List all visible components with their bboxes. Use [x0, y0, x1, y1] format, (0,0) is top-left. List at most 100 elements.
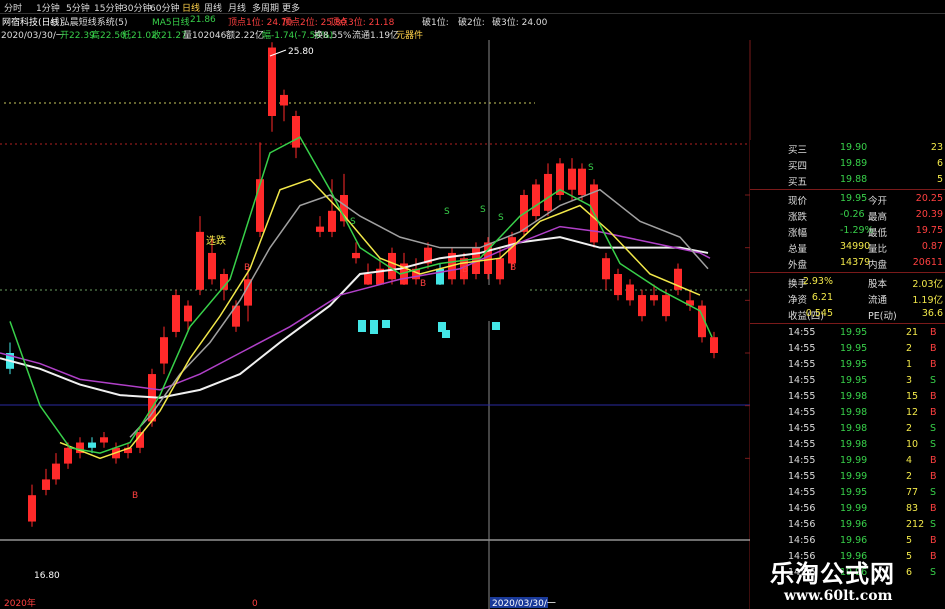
stat-value: -0.26 — [840, 209, 865, 220]
stat-value: 19.75 — [915, 225, 943, 236]
candle-body — [532, 184, 540, 217]
candle-body — [650, 295, 658, 301]
ma-label: MA5日线 — [152, 18, 190, 28]
toolbar-item-4[interactable]: 30分钟 — [122, 1, 151, 14]
toolbar-item-6[interactable]: 日线 — [182, 1, 200, 14]
panel-divider — [750, 189, 945, 190]
break2-label: 破2位: — [458, 18, 485, 28]
tick-volume: 2 — [906, 471, 913, 482]
formula-name[interactable]: ◎ 弘晨短线系统(5) — [50, 15, 127, 28]
tick-price: 19.96 — [840, 535, 868, 546]
candle-body — [328, 210, 336, 232]
volume-bar — [442, 330, 450, 338]
candle-body — [184, 305, 192, 322]
high-price-label: 25.80 — [288, 47, 314, 57]
candle-body — [268, 47, 276, 116]
candle-body — [172, 295, 180, 332]
tick-time: 14:56 — [788, 503, 816, 514]
volume-bar — [358, 320, 366, 332]
tick-price: 19.95 — [840, 343, 868, 354]
buy-signal-mark: B — [462, 265, 468, 275]
tick-time: 14:55 — [788, 391, 816, 402]
tick-side: B — [930, 391, 937, 402]
toolbar-item-3[interactable]: 15分钟 — [94, 1, 123, 14]
site-watermark: 乐淘公式网 www.60lt.com — [756, 548, 945, 609]
tick-volume: 5 — [906, 535, 913, 546]
toolbar-item-1[interactable]: 1分钟 — [36, 1, 60, 14]
volume-bar — [382, 320, 390, 328]
tick-price: 19.95 — [840, 487, 868, 498]
candle-body — [626, 284, 634, 301]
stat-value: 20611 — [912, 257, 943, 268]
tick-volume: 15 — [906, 391, 919, 402]
candle-body — [578, 168, 586, 195]
tick-row: 14:56 19.96 5 B — [750, 533, 945, 549]
tick-row: 14:55 19.99 4 B — [750, 453, 945, 469]
tick-volume: 83 — [906, 503, 919, 514]
stat-row: 外盘 14379 内盘 20611 — [750, 255, 945, 271]
tick-time: 14:55 — [788, 375, 816, 386]
tick-price: 19.96 — [840, 519, 868, 530]
bid-row: 买四 19.89 6 — [750, 156, 945, 172]
tick-time: 14:55 — [788, 455, 816, 466]
peak3-label: 顶点3位: 21.18 — [330, 18, 395, 28]
panel-divider — [750, 272, 945, 273]
toolbar-item-8[interactable]: 月线 — [228, 1, 246, 14]
tick-side: B — [930, 407, 937, 418]
tick-side: S — [930, 375, 937, 386]
tick-volume: 10 — [906, 439, 919, 450]
volume-bar — [370, 320, 378, 334]
toolbar-item-7[interactable]: 周线 — [204, 1, 222, 14]
tick-volume: 212 — [906, 519, 925, 530]
stat-row: 总量 34990 量比 0.87 — [750, 239, 945, 255]
bid-volume: 6 — [936, 158, 943, 169]
stat-value: 1.19亿 — [912, 295, 943, 306]
tick-price: 19.95 — [840, 327, 868, 338]
bid-volume: 5 — [936, 174, 943, 185]
sell-signal-mark: S — [444, 207, 450, 217]
tick-volume: 2 — [906, 343, 913, 354]
candle-body — [88, 442, 96, 448]
tick-row: 14:55 19.98 2 S — [750, 421, 945, 437]
sell-signal-mark: S — [480, 205, 486, 215]
buy-signal-mark: B — [132, 491, 138, 501]
time-axis-label: 0 — [252, 599, 258, 609]
candle-body — [638, 295, 646, 317]
break1-label: 破1位: — [422, 18, 449, 28]
stat-label: 股本 — [868, 279, 888, 290]
stat-row: 涨跌 -0.26 最高 20.39 — [750, 207, 945, 223]
stat-label: 现价 — [788, 196, 808, 207]
toolbar-item-2[interactable]: 5分钟 — [66, 1, 90, 14]
toolbar-item-0[interactable]: 分时 — [4, 1, 22, 14]
tick-price: 19.98 — [840, 391, 868, 402]
stat-row: 收益(四) 0.545 PE(动) 36.6 — [750, 306, 945, 322]
toolbar-item-9[interactable]: 多周期 — [252, 1, 279, 14]
watermark-url: www.60lt.com — [784, 588, 893, 604]
stat-label: 总量 — [788, 244, 808, 255]
candle-body — [602, 258, 610, 280]
tick-volume: 12 — [906, 407, 919, 418]
tick-time: 14:55 — [788, 327, 816, 338]
candle-body — [352, 252, 360, 259]
candle-body — [280, 94, 288, 106]
toolbar-item-5[interactable]: 60分钟 — [150, 1, 179, 14]
candle-body — [292, 116, 300, 148]
tick-side: B — [930, 503, 937, 514]
candle-body — [196, 231, 204, 290]
indicator-header: 网宿科技(日线) ◎ 弘晨短线系统(5) MA5日线 21.86 顶点1位: 2… — [0, 14, 547, 28]
candle-body — [568, 168, 576, 190]
tick-row: 14:55 19.98 12 B — [750, 405, 945, 421]
candle-body — [64, 447, 72, 464]
tick-time: 14:56 — [788, 535, 816, 546]
period-toolbar: 分时 1分钟 5分钟 15分钟 30分钟 60分钟 日线 周线 月线 多周期 更多 — [0, 0, 945, 14]
stat-value: 0.545 — [805, 308, 833, 319]
stat-label: 内盘 — [868, 260, 888, 271]
tick-time: 14:55 — [788, 439, 816, 450]
candle-body — [710, 337, 718, 353]
toolbar-item-10[interactable]: 更多 — [282, 1, 300, 14]
time-axis-label: 2020年 — [4, 597, 36, 609]
volume-bar — [492, 322, 500, 330]
candle-body — [256, 179, 264, 232]
tick-price: 19.99 — [840, 471, 868, 482]
stat-label: 最低 — [868, 228, 888, 239]
